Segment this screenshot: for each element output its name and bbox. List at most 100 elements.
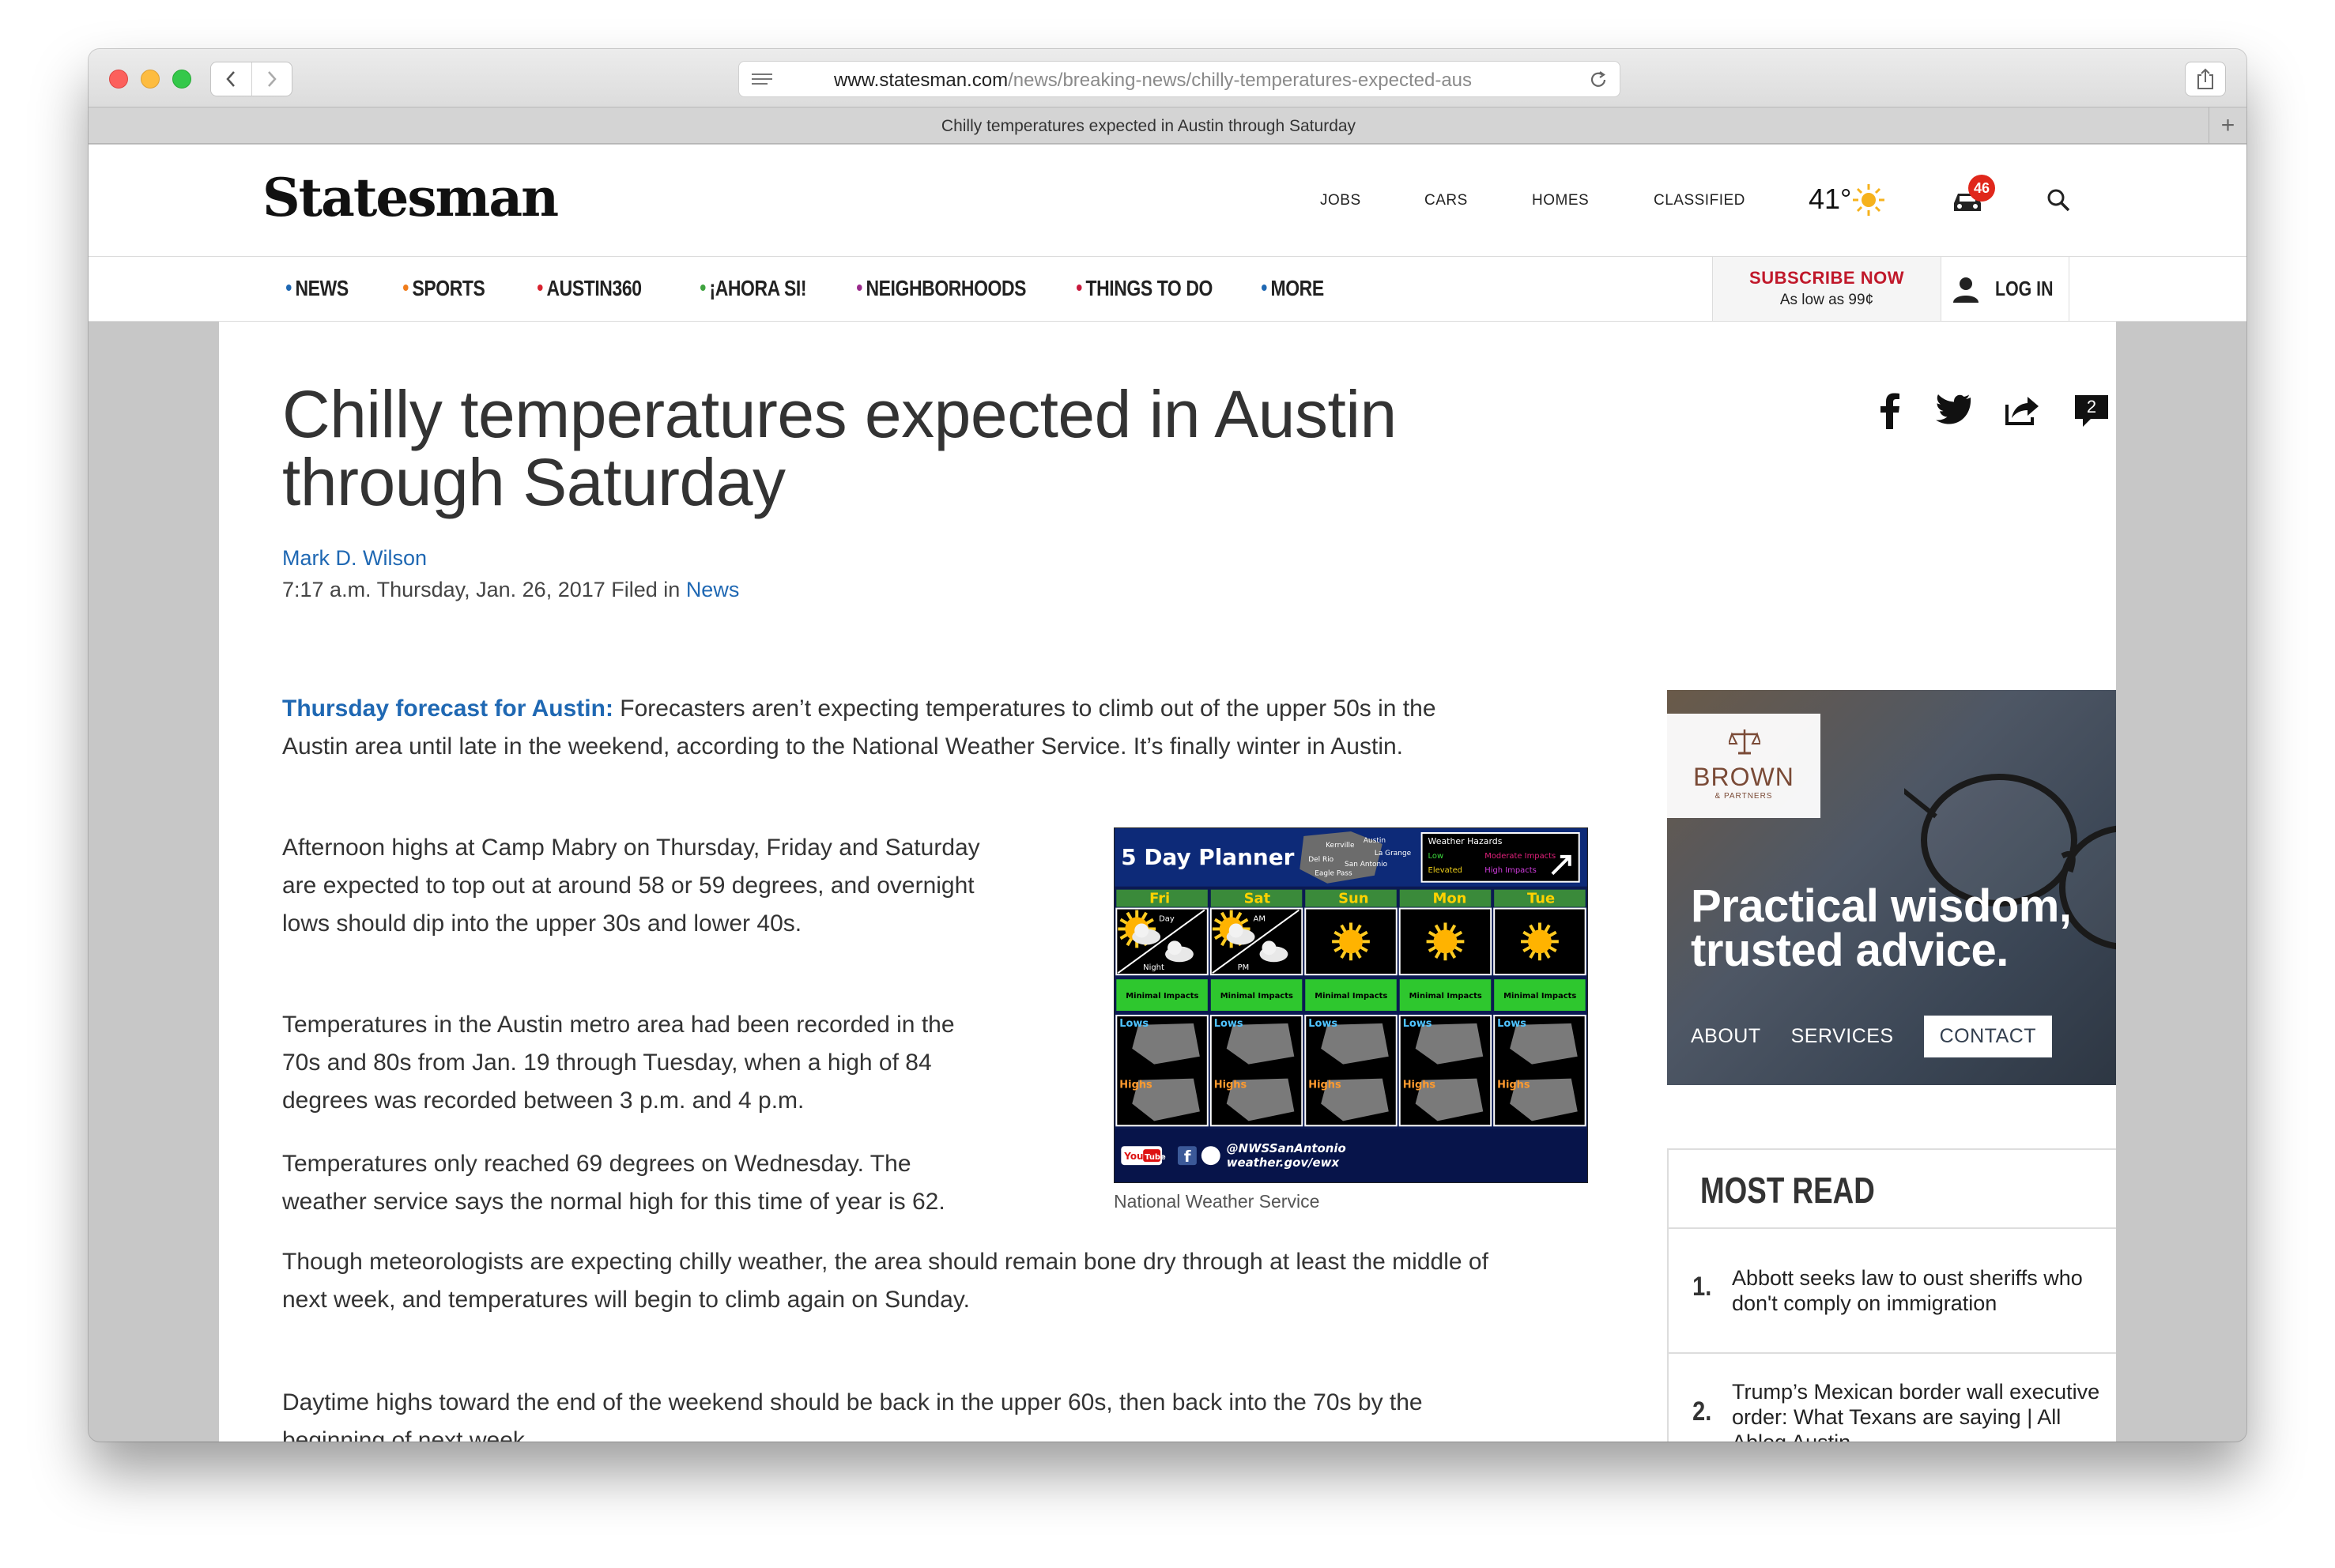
new-tab-button[interactable]: + xyxy=(2209,107,2246,143)
minimize-window-button[interactable] xyxy=(141,70,160,89)
active-tab-title[interactable]: Chilly temperatures expected in Austin t… xyxy=(89,117,2209,136)
section-nav: NEWS SPORTS AUSTIN360 ¡AHORA SI! NEIGHBO… xyxy=(89,257,2246,322)
weather-temperature[interactable]: 41° xyxy=(1809,183,1851,216)
lead-label[interactable]: Thursday forecast for Austin: xyxy=(282,695,613,722)
divider xyxy=(1669,1227,2116,1229)
ad-brand-sub: & PARTNERS xyxy=(1714,792,1773,801)
subscribe-button[interactable]: SUBSCRIBE NOW As low as 99¢ xyxy=(1712,257,1941,321)
chevron-right-icon xyxy=(268,71,277,87)
svg-text:Tube: Tube xyxy=(1145,1153,1166,1162)
wx-highs-label: Highs xyxy=(1497,1080,1530,1091)
ad-contact-button[interactable]: CONTACT xyxy=(1923,1016,2053,1057)
nav-dot xyxy=(1262,284,1267,291)
dateline-text: 7:17 a.m. Thursday, Jan. 26, 2017 Filed … xyxy=(282,578,681,601)
comments-button[interactable]: 2 xyxy=(2073,392,2110,428)
wx-period-label: PM xyxy=(1238,963,1250,972)
forward-button[interactable] xyxy=(251,62,292,96)
login-label: LOG IN xyxy=(1994,277,2054,300)
share-icon[interactable] xyxy=(2004,394,2042,427)
article-paragraph: Temperatures in the Austin metro area ha… xyxy=(282,1012,955,1114)
share-button[interactable] xyxy=(2185,62,2226,96)
browser-toolbar: www.statesman.com/news/breaking-news/chi… xyxy=(89,49,2246,107)
wx-hazard-high: High Impacts xyxy=(1484,866,1537,875)
article-paragraph: Daytime highs toward the end of the week… xyxy=(282,1389,1423,1442)
wx-highs-label: Highs xyxy=(1214,1080,1247,1091)
wx-day-label: Mon xyxy=(1433,891,1467,907)
category-link[interactable]: News xyxy=(686,578,740,601)
wx-day-label: Sat xyxy=(1244,891,1271,907)
image-caption: National Weather Service xyxy=(1114,1191,1320,1212)
wx-impact-label: Minimal Impacts xyxy=(1220,992,1293,1001)
article-content: Chilly temperatures expected in Austin t… xyxy=(219,322,2116,1442)
weather-forecast-image[interactable]: 5 Day Planner Kerrville Austin La Grange… xyxy=(1114,827,1588,1183)
wx-hazard-moderate: Moderate Impacts xyxy=(1484,852,1556,861)
wx-lows-label: Lows xyxy=(1403,1018,1432,1030)
wx-day-label: Fri xyxy=(1149,891,1170,907)
most-read-text: Abbott seeks law to oust sheriffs who do… xyxy=(1732,1266,2083,1315)
twitter-icon[interactable] xyxy=(1933,394,1972,427)
tab-bar: Chilly temperatures expected in Austin t… xyxy=(89,107,2246,144)
nav-dot xyxy=(538,284,543,291)
back-button[interactable] xyxy=(211,62,251,96)
subscribe-title: SUBSCRIBE NOW xyxy=(1749,268,1904,288)
nav-dot xyxy=(1077,284,1082,291)
most-read-title: MOST READ xyxy=(1700,1170,1875,1211)
nav-item-news[interactable]: NEWS xyxy=(286,276,349,301)
nav-item-ahora-si[interactable]: ¡AHORA SI! xyxy=(700,276,806,301)
article-paragraph: Though meteorologists are expecting chil… xyxy=(282,1249,1488,1313)
wx-lows-label: Lows xyxy=(1308,1018,1337,1030)
author-link[interactable]: Mark D. Wilson xyxy=(282,546,427,571)
reader-mode-icon[interactable] xyxy=(750,71,774,89)
wx-highs-label: Highs xyxy=(1119,1080,1152,1091)
nav-dot xyxy=(286,284,292,291)
header-link-homes[interactable]: HOMES xyxy=(1532,192,1589,209)
login-button[interactable]: LOG IN xyxy=(1941,257,2069,321)
nav-item-neighborhoods[interactable]: NEIGHBORHOODS xyxy=(857,276,1026,301)
nav-label: THINGS TO DO xyxy=(1085,276,1213,300)
wx-site: weather.gov/ewx xyxy=(1227,1155,1341,1170)
cloud-icon xyxy=(1262,940,1277,956)
nav-item-sports[interactable]: SPORTS xyxy=(403,276,485,301)
most-read-text: Trump’s Mexican border wall executive or… xyxy=(1732,1380,2100,1442)
reload-icon[interactable] xyxy=(1588,70,1609,90)
article-headline: Chilly temperatures expected in Austin t… xyxy=(282,377,1397,519)
url-path: /news/breaking-news/chilly-temperatures-… xyxy=(1008,70,1473,91)
nav-item-more[interactable]: MORE xyxy=(1262,276,1324,301)
wx-day-label: Sun xyxy=(1338,891,1368,907)
article-paragraph: Afternoon highs at Camp Mabry on Thursda… xyxy=(282,835,980,937)
user-icon xyxy=(1952,277,1979,303)
notification-badge: 46 xyxy=(1968,175,1995,202)
ad-headline: Practical wisdom, trusted advice. xyxy=(1691,884,2072,974)
site-logo[interactable]: Statesman xyxy=(262,167,559,228)
nav-item-things-to-do[interactable]: THINGS TO DO xyxy=(1077,276,1213,301)
wx-day-label: Tue xyxy=(1527,891,1555,907)
search-icon[interactable] xyxy=(2046,187,2071,213)
twitter-icon xyxy=(1201,1146,1220,1166)
browser-window: www.statesman.com/news/breaking-news/chi… xyxy=(89,49,2246,1442)
address-bar[interactable]: www.statesman.com/news/breaking-news/chi… xyxy=(738,61,1620,97)
header-link-classified[interactable]: CLASSIFIED xyxy=(1654,192,1745,209)
wx-title: 5 Day Planner xyxy=(1121,844,1294,870)
wx-place: Austin xyxy=(1364,837,1386,845)
wx-place: La Grange xyxy=(1375,850,1412,858)
nav-item-austin360[interactable]: AUSTIN360 xyxy=(538,276,642,301)
wx-place: Kerrville xyxy=(1326,842,1355,850)
advertisement[interactable]: BROWN & PARTNERS Practical wisdom, trust… xyxy=(1667,690,2116,1085)
nav-dot xyxy=(403,284,409,291)
nav-label: AUSTIN360 xyxy=(546,276,642,300)
facebook-icon[interactable] xyxy=(1879,391,1901,429)
wx-period-label: AM xyxy=(1254,914,1266,923)
wx-hazard-low: Low xyxy=(1428,852,1444,861)
close-window-button[interactable] xyxy=(109,70,128,89)
header-link-jobs[interactable]: JOBS xyxy=(1320,192,1361,209)
wx-lows-label: Lows xyxy=(1214,1018,1243,1030)
zoom-window-button[interactable] xyxy=(172,70,191,89)
header-link-cars[interactable]: CARS xyxy=(1424,192,1468,209)
ad-services-link[interactable]: SERVICES xyxy=(1791,1025,1894,1048)
nav-label: SPORTS xyxy=(412,276,485,300)
ad-about-link[interactable]: ABOUT xyxy=(1691,1025,1761,1048)
wx-place: Eagle Pass xyxy=(1315,870,1352,878)
most-read-panel: MOST READ 1. Abbott seeks law to oust sh… xyxy=(1667,1148,2116,1442)
nav-dot xyxy=(857,284,862,291)
wx-place: Del Rio xyxy=(1308,856,1333,864)
